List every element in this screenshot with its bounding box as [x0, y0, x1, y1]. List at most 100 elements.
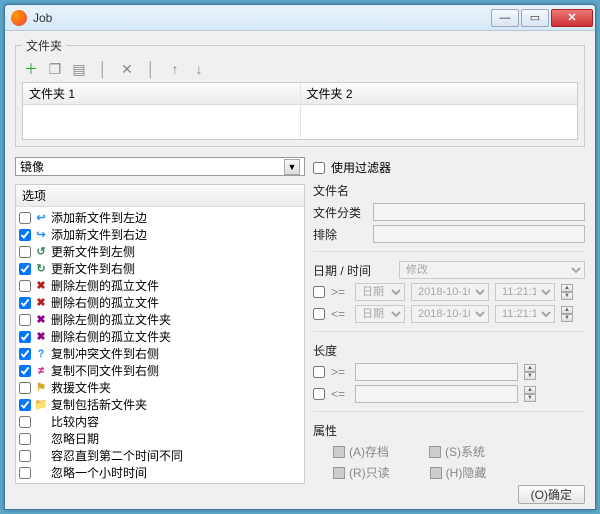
folder-table: 文件夹 1 文件夹 2: [22, 82, 578, 140]
option-icon: ✖: [34, 313, 48, 327]
lte-time-select[interactable]: 11:21:10: [495, 305, 555, 323]
option-checkbox[interactable]: [19, 246, 31, 258]
option-label: 删除左侧的孤立文件: [51, 277, 159, 294]
minimize-button[interactable]: —: [491, 9, 519, 27]
date-lte-row: <= 日期 2018-10-10 11:21:10 ▲▼: [313, 305, 585, 323]
option-checkbox[interactable]: [19, 212, 31, 224]
len-lte-checkbox[interactable]: [313, 388, 325, 400]
option-row[interactable]: 比较内容: [17, 413, 303, 430]
lte-date-select[interactable]: 2018-10-10: [411, 305, 489, 323]
option-row[interactable]: 容忍直到第二个时间不同: [17, 447, 303, 464]
option-row[interactable]: ⚑救援文件夹: [17, 379, 303, 396]
option-checkbox[interactable]: [19, 365, 31, 377]
attr-hidden[interactable]: (H)隐藏: [430, 464, 487, 481]
close-button[interactable]: ✕: [551, 9, 593, 27]
options-header: 选项: [16, 185, 304, 207]
option-label: 救援文件夹: [51, 379, 111, 396]
option-row[interactable]: ↺更新文件到左侧: [17, 243, 303, 260]
lte-checkbox[interactable]: [313, 308, 325, 320]
option-checkbox[interactable]: [19, 331, 31, 343]
add-icon[interactable]: ＋: [22, 60, 40, 78]
gte-type-select[interactable]: 日期: [355, 283, 405, 301]
length-label: 长度: [313, 342, 585, 359]
option-checkbox[interactable]: [19, 399, 31, 411]
exclude-input[interactable]: [373, 225, 585, 243]
option-checkbox[interactable]: [19, 280, 31, 292]
option-row[interactable]: 📁复制包括新文件夹: [17, 396, 303, 413]
gte-label: >=: [331, 285, 349, 299]
option-checkbox[interactable]: [19, 433, 31, 445]
mode-combo[interactable]: 镜像 ▼: [15, 157, 305, 176]
ok-button[interactable]: (O)确定: [518, 485, 585, 504]
option-icon: ?: [34, 347, 48, 361]
date-gte-row: >= 日期 2018-10-10 11:21:10 ▲▼: [313, 283, 585, 301]
exclude-label: 排除: [313, 226, 367, 243]
option-icon: ✖: [34, 330, 48, 344]
len-gte-checkbox[interactable]: [313, 366, 325, 378]
option-checkbox[interactable]: [19, 450, 31, 462]
datetime-label: 日期 / 时间: [313, 262, 393, 279]
lte-type-select[interactable]: 日期: [355, 305, 405, 323]
option-row[interactable]: ≠复制不同文件到右侧: [17, 362, 303, 379]
gte-date-select[interactable]: 2018-10-10: [411, 283, 489, 301]
option-row[interactable]: ✖删除左侧的孤立文件夹: [17, 311, 303, 328]
copy-icon[interactable]: ❐: [46, 60, 64, 78]
option-icon: 📁: [34, 398, 48, 412]
folder-header-1[interactable]: 文件夹 1: [23, 83, 300, 105]
attr-archive[interactable]: (A)存档: [333, 443, 389, 460]
maximize-button[interactable]: ▭: [521, 9, 549, 27]
option-icon: ↺: [34, 245, 48, 259]
option-checkbox[interactable]: [19, 382, 31, 394]
gte-spinner[interactable]: ▲▼: [561, 284, 573, 300]
option-checkbox[interactable]: [19, 229, 31, 241]
len-lte-spinner[interactable]: ▲▼: [524, 386, 536, 402]
mode-combo-value: 镜像: [20, 158, 44, 175]
option-row[interactable]: ✖删除左侧的孤立文件: [17, 277, 303, 294]
option-icon: ↻: [34, 262, 48, 276]
options-list[interactable]: ↩添加新文件到左边↪添加新文件到右边↺更新文件到左侧↻更新文件到右侧✖删除左侧的…: [16, 207, 304, 483]
options-box: 选项 ↩添加新文件到左边↪添加新文件到右边↺更新文件到左侧↻更新文件到右侧✖删除…: [15, 184, 305, 484]
option-checkbox[interactable]: [19, 467, 31, 479]
option-checkbox[interactable]: [19, 297, 31, 309]
attrs-label: 属性: [313, 422, 585, 439]
category-input[interactable]: [373, 203, 585, 221]
filename-label: 文件名: [313, 182, 585, 199]
option-checkbox[interactable]: [19, 314, 31, 326]
option-row[interactable]: ✖删除右侧的孤立文件: [17, 294, 303, 311]
middle-area: 镜像 ▼ 选项 ↩添加新文件到左边↪添加新文件到右边↺更新文件到左侧↻更新文件到…: [15, 157, 585, 479]
option-checkbox[interactable]: [19, 416, 31, 428]
edit-icon[interactable]: ▤: [70, 60, 88, 78]
option-icon: ✖: [34, 279, 48, 293]
option-row[interactable]: 忽略一个小时时间: [17, 464, 303, 481]
gte-checkbox[interactable]: [313, 286, 325, 298]
option-label: 删除右侧的孤立文件夹: [51, 328, 171, 345]
len-gte-label: >=: [331, 365, 349, 379]
option-row[interactable]: ↻更新文件到右侧: [17, 260, 303, 277]
up-icon[interactable]: ↑: [166, 60, 184, 78]
gte-time-select[interactable]: 11:21:10: [495, 283, 555, 301]
len-gte-input[interactable]: [355, 363, 518, 381]
option-icon: ≠: [34, 364, 48, 378]
option-checkbox[interactable]: [19, 348, 31, 360]
len-lte-input[interactable]: [355, 385, 518, 403]
option-row[interactable]: 忽略日期: [17, 430, 303, 447]
option-row[interactable]: ✖删除右侧的孤立文件夹: [17, 328, 303, 345]
use-filter-checkbox[interactable]: [313, 162, 325, 174]
folders-fieldset: 文件夹 ＋ ❐ ▤ │ ✕ │ ↑ ↓ 文件夹 1 文件夹 2: [15, 37, 585, 147]
lte-spinner[interactable]: ▲▼: [561, 306, 573, 322]
len-gte-spinner[interactable]: ▲▼: [524, 364, 536, 380]
option-row[interactable]: ↪添加新文件到右边: [17, 226, 303, 243]
use-filter-row: 使用过滤器: [313, 159, 585, 176]
attr-readonly[interactable]: (R)只读: [333, 464, 390, 481]
option-row[interactable]: ?复制冲突文件到右侧: [17, 345, 303, 362]
attr-system[interactable]: (S)系统: [429, 443, 485, 460]
option-row[interactable]: ↩添加新文件到左边: [17, 209, 303, 226]
down-icon[interactable]: ↓: [190, 60, 208, 78]
app-icon: [11, 10, 27, 26]
delete-icon[interactable]: ✕: [118, 60, 136, 78]
datetime-mode-select[interactable]: 修改: [399, 261, 585, 279]
option-checkbox[interactable]: [19, 263, 31, 275]
option-label: 复制包括新文件夹: [51, 396, 147, 413]
folder-header-2[interactable]: 文件夹 2: [301, 83, 578, 105]
option-icon: ✖: [34, 296, 48, 310]
